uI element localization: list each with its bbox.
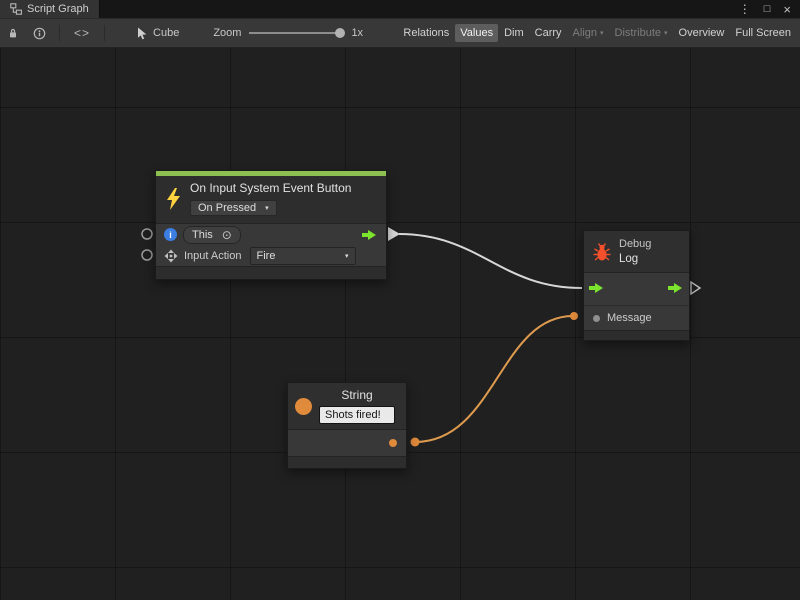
string-node-header: String Shots fired! [288, 383, 406, 430]
string-node-title: String [319, 388, 395, 402]
input-action-row: Input Action Fire ▾ [156, 245, 386, 266]
event-node-body: i This ⊙ [156, 224, 386, 266]
wire-string-to-message[interactable] [415, 316, 573, 442]
carry-button[interactable]: Carry [530, 24, 567, 42]
debug-node-category: Debug [619, 238, 651, 250]
string-value-field[interactable]: Shots fired! [319, 406, 395, 424]
close-icon[interactable]: × [783, 3, 791, 16]
debug-flow-row [584, 273, 689, 305]
titlebar: Script Graph ⋮ □ × [0, 0, 800, 18]
debug-flow-input-port[interactable] [589, 282, 605, 297]
event-trigger-output-port[interactable] [362, 229, 378, 241]
zoom-slider-knob[interactable] [335, 28, 345, 38]
string-node-body [288, 430, 406, 456]
debug-flow-output-port[interactable] [668, 282, 684, 297]
code-view-icon[interactable]: <> [66, 26, 98, 40]
wire-end-dot [570, 312, 578, 320]
message-row: Message [584, 305, 689, 330]
lightning-icon [164, 187, 182, 211]
toolbar-buttons: Relations Values Dim Carry Align▾ Distri… [398, 24, 800, 42]
toolbar-divider [104, 25, 105, 41]
lock-icon[interactable] [0, 19, 26, 47]
graph-context[interactable]: Cube [137, 27, 179, 40]
message-input-port[interactable] [593, 315, 600, 322]
zoom-control: Zoom 1x [213, 27, 363, 39]
graph-icon [10, 3, 22, 15]
node-debug-log[interactable]: Debug Log Message [583, 230, 690, 341]
this-object-field[interactable]: This ⊙ [183, 226, 241, 244]
string-node-footer [288, 456, 406, 468]
align-button[interactable]: Align▾ [568, 24, 609, 42]
event-this-input-port[interactable] [142, 229, 152, 239]
fullscreen-button[interactable]: Full Screen [730, 24, 796, 42]
distribute-button[interactable]: Distribute▾ [610, 24, 673, 42]
this-row: i This ⊙ [156, 224, 386, 245]
wire-start-dot [411, 438, 420, 447]
context-object-label: Cube [153, 27, 179, 39]
event-node-footer [156, 266, 386, 279]
graph-toolbar: <> Cube Zoom 1x Relations Values Dim Car… [0, 18, 800, 48]
string-output-port[interactable] [389, 439, 397, 447]
toolbar-divider [59, 25, 60, 41]
dim-button[interactable]: Dim [499, 24, 529, 42]
debug-output-indicator-icon[interactable] [691, 282, 700, 294]
input-action-dropdown[interactable]: Fire ▾ [250, 247, 356, 265]
dropdown-arrow-icon: ▾ [664, 30, 668, 37]
cursor-icon [137, 27, 148, 40]
message-port-label: Message [607, 312, 652, 324]
window-menu-icon[interactable]: ⋮ [739, 3, 751, 15]
tab-script-graph[interactable]: Script Graph [0, 0, 100, 18]
zoom-value: 1x [351, 27, 363, 39]
maximize-icon[interactable]: □ [764, 4, 771, 15]
debug-node-footer [584, 330, 689, 340]
dropdown-arrow-icon: ▾ [345, 252, 349, 260]
event-action-input-port[interactable] [142, 250, 152, 260]
wire-event-to-debug[interactable] [399, 234, 582, 288]
input-action-label: Input Action [184, 250, 242, 262]
input-action-icon [164, 249, 178, 263]
info-icon[interactable] [26, 19, 53, 47]
wire-start-arrow-icon [388, 227, 400, 241]
bug-icon [592, 242, 612, 262]
window-controls: ⋮ □ × [739, 0, 800, 18]
toolbar-left: <> Cube Zoom 1x [0, 19, 363, 47]
target-icon: ⊙ [222, 229, 232, 241]
values-button[interactable]: Values [455, 24, 498, 42]
event-node-header: On Input System Event Button On Pressed … [156, 176, 386, 224]
graph-canvas[interactable]: On Input System Event Button On Pressed … [0, 48, 800, 600]
debug-node-header: Debug Log [584, 231, 689, 273]
relations-button[interactable]: Relations [398, 24, 454, 42]
overview-button[interactable]: Overview [674, 24, 730, 42]
tab-title: Script Graph [27, 3, 89, 15]
dropdown-arrow-icon: ▾ [265, 204, 269, 212]
unity-window: Script Graph ⋮ □ × < [0, 0, 800, 600]
zoom-slider[interactable] [249, 32, 341, 34]
trigger-dropdown[interactable]: On Pressed ▾ [190, 200, 277, 216]
node-on-input-system-event-button[interactable]: On Input System Event Button On Pressed … [155, 170, 387, 280]
event-node-title: On Input System Event Button [190, 181, 351, 195]
string-type-icon [295, 398, 312, 415]
debug-node-title: Log [619, 253, 651, 265]
zoom-label: Zoom [213, 27, 241, 39]
dropdown-arrow-icon: ▾ [600, 30, 604, 37]
node-string-literal[interactable]: String Shots fired! [287, 382, 407, 469]
info-badge-icon: i [164, 228, 177, 241]
